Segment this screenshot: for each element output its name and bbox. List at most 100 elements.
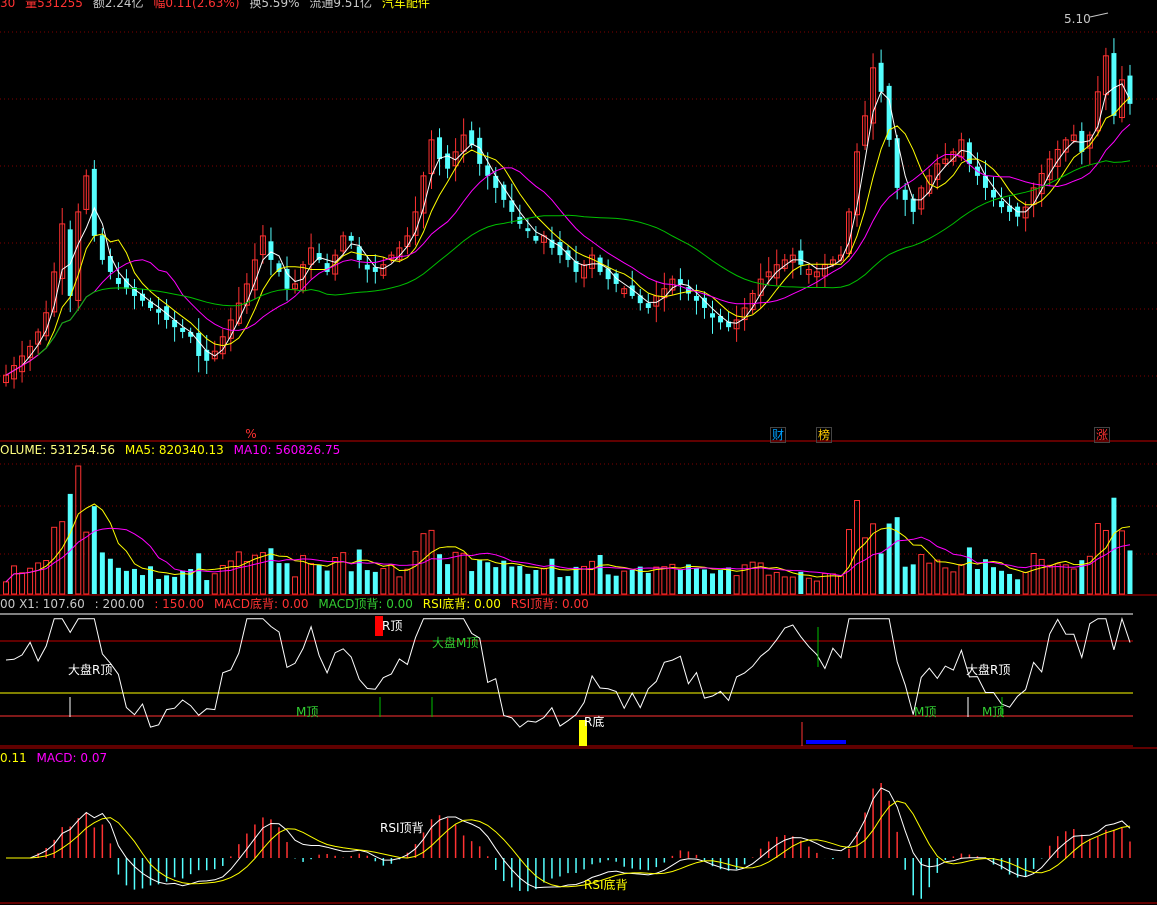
volume-bar-up [733, 575, 740, 595]
volume-bar-down [1079, 560, 1085, 594]
volume-bar-down [878, 553, 884, 594]
candle-down [999, 201, 1005, 208]
volume-bar-up [35, 562, 42, 595]
volume-bar-up [412, 550, 419, 595]
volume-bar-up [404, 568, 411, 595]
volume-bar-up [340, 552, 347, 595]
volume-bar-down [164, 575, 170, 594]
grid-lines [0, 31, 1157, 904]
event-marker-ranking[interactable]: 榜 [816, 427, 832, 443]
candle-down [437, 137, 443, 160]
volume-bar-down [284, 563, 290, 594]
volume-bar-down [115, 567, 121, 594]
candle-down [364, 264, 370, 270]
volume-bar-down [172, 576, 178, 594]
volume-bar-up [83, 531, 90, 595]
event-marker-limit-up[interactable]: 涨 [1094, 427, 1110, 443]
candle-down [798, 250, 804, 265]
macd-mark-rsi-bottom: RSI底背 [584, 878, 628, 892]
volume-bar-up [653, 566, 660, 595]
volume-bar-down [1127, 550, 1133, 594]
volume-ma5-line [5, 503, 1131, 583]
volume-bar-up [781, 576, 788, 595]
volume-title: OLUME: 531254.56 MA5: 820340.13 MA10: 56… [0, 443, 346, 457]
volume-bar-up [1086, 555, 1093, 595]
candle-down [91, 168, 97, 236]
candle-down [710, 313, 715, 318]
volume-bar-up [420, 533, 427, 595]
volume-bar-up [1038, 558, 1045, 595]
volume-value: OLUME: 531254.56 [0, 443, 116, 457]
event-marker-percent[interactable]: % [244, 427, 258, 441]
volume-bar-up [789, 576, 796, 595]
signal-200: : 200.00 [94, 597, 145, 611]
volume-bar-up [765, 574, 772, 595]
candle-down [886, 85, 892, 140]
volume-bar-down [485, 562, 491, 594]
volume-bar-down [613, 575, 619, 594]
volume-bar-up [837, 575, 844, 595]
volume-bar-up [918, 554, 925, 595]
volume-bar-up [926, 562, 933, 595]
volume-bar-up [396, 576, 403, 595]
volume-bar-up [950, 571, 957, 595]
volume-bar-down [99, 552, 105, 594]
volume-bar-up [460, 552, 467, 595]
volume-bar-up [749, 561, 756, 595]
event-marker-finance[interactable]: 财 [770, 427, 786, 443]
volume-bar-down [597, 554, 603, 594]
volume-bar-down [140, 575, 145, 594]
volume-bar-up [862, 537, 869, 595]
candle-down [991, 189, 996, 198]
volume-bar-up [958, 563, 965, 595]
volume-bar-down [710, 573, 715, 594]
volume-bar-down [726, 567, 732, 594]
price-candles [3, 38, 1133, 389]
blue-marker [806, 740, 846, 744]
volume-bar-down [645, 572, 651, 594]
candle-down [115, 277, 121, 284]
header-code: 30 [0, 0, 16, 10]
volume-bar-up [19, 572, 26, 595]
header-amount: 额2.24亿 [92, 0, 144, 10]
volume-bar-up [1022, 571, 1029, 595]
volume-bar-up [1046, 564, 1053, 595]
volume-bar-down [573, 566, 579, 594]
high-price-label: 5.10 [1064, 12, 1091, 26]
volume-bar-up [1070, 568, 1077, 595]
volume-bar-down [677, 569, 683, 594]
volume-bar-down [886, 523, 892, 594]
volume-bar-down [533, 569, 539, 594]
volume-bar-down [196, 553, 202, 594]
volume-bar-up [235, 551, 242, 595]
volume-moving-averages [5, 503, 1131, 583]
volume-bar-down [605, 574, 611, 594]
volume-bar-down [549, 558, 555, 594]
macd-histogram [37, 783, 1131, 899]
volume-bar-up [1030, 553, 1037, 595]
volume-bar-down [999, 570, 1005, 594]
candle-down [677, 279, 683, 284]
header-turnover: 换5.59% [249, 0, 300, 10]
volume-bar-up [934, 559, 941, 595]
macd-mark-rsi-top: RSI顶背 [380, 821, 424, 835]
signal-indicator-lines [5, 616, 1131, 746]
volume-bar-up [870, 523, 877, 595]
volume-bars [3, 465, 1133, 595]
candle-down [284, 268, 290, 289]
signal-mark-m-top-1: M顶 [296, 705, 319, 719]
volume-bar-up [227, 560, 234, 595]
volume-bar-down [107, 558, 113, 594]
signal-mark-market-r-top-1: 大盘R顶 [68, 663, 113, 677]
signal-macd-bottom: MACD底背: 0.00 [214, 597, 309, 611]
volume-bar-up [773, 571, 780, 595]
volume-bar-down [477, 559, 483, 594]
header-industry[interactable]: 汽车配件 [382, 0, 430, 10]
quote-header: 30 量531255 额2.24亿 幅0.11(2.63%) 换5.59% 流通… [0, 0, 436, 10]
volume-bar-down [445, 564, 451, 594]
volume-bar-down [493, 567, 499, 594]
signal-x1: 00 X1: 107.60 [0, 597, 85, 611]
volume-bar-down [324, 570, 330, 594]
volume-ma10-line [5, 527, 1131, 583]
volume-bar-down [348, 571, 354, 594]
